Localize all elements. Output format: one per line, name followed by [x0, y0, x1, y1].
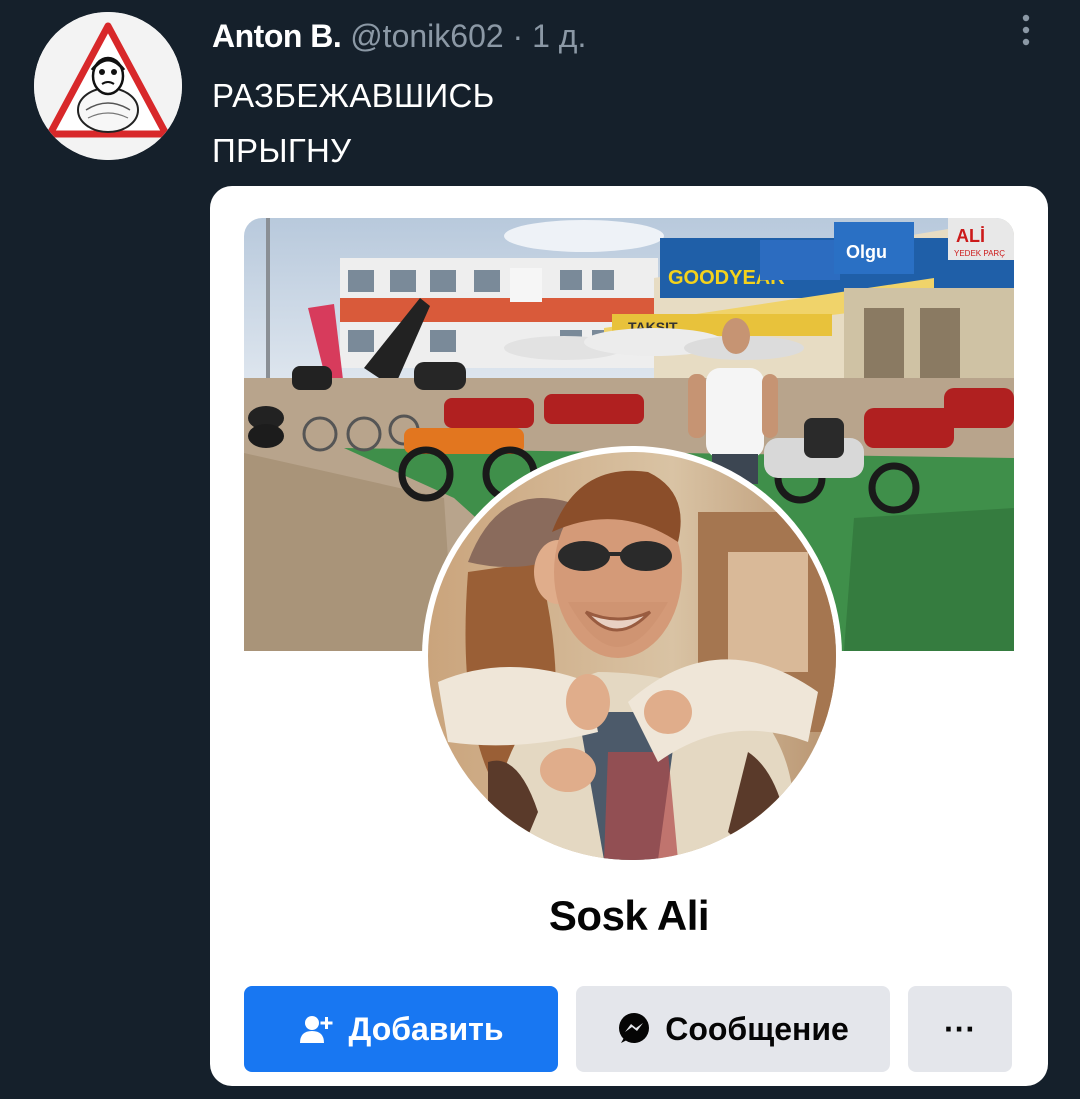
add-friend-label: Добавить	[348, 1010, 504, 1047]
cover-text-ali: ALİ	[956, 226, 985, 246]
author-handle[interactable]: @tonik602	[350, 18, 503, 54]
author-name[interactable]: Anton B.	[212, 18, 342, 54]
tweet-time[interactable]: 1 д.	[532, 18, 586, 54]
profile-name: Sosk Ali	[548, 892, 710, 939]
more-options-icon[interactable]	[1016, 10, 1036, 54]
more-actions-button[interactable]: ···	[908, 986, 1012, 1072]
cover-text-yedek: YEDEK PARÇ	[954, 249, 1005, 258]
profile-picture[interactable]	[422, 446, 842, 866]
add-friend-icon	[299, 1013, 335, 1045]
message-button[interactable]: Сообщение	[576, 986, 890, 1072]
profile-photo	[428, 452, 836, 860]
embedded-image-card[interactable]: GOODYEAR Olgu ALİ YEDEK PARÇ TAKSIT Sosk…	[210, 186, 1048, 1086]
header-separator: ·	[512, 18, 524, 54]
tweet-text: РАЗБЕЖАВШИСЬ ПРЫГНУ	[212, 68, 495, 178]
add-friend-button[interactable]: Добавить	[244, 986, 558, 1072]
author-avatar[interactable]	[34, 12, 182, 160]
message-label: Сообщение	[665, 1010, 849, 1047]
tweet-header: Anton B. @tonik602 · 1 д.	[212, 16, 586, 56]
cover-text-olgu: Olgu	[846, 242, 887, 262]
avatar-drawing	[34, 12, 182, 160]
messenger-icon	[617, 1012, 651, 1046]
tweet-text-line: РАЗБЕЖАВШИСЬ	[212, 77, 495, 114]
more-actions-label: ···	[944, 1010, 976, 1047]
tweet-text-line: ПРЫГНУ	[212, 132, 352, 169]
